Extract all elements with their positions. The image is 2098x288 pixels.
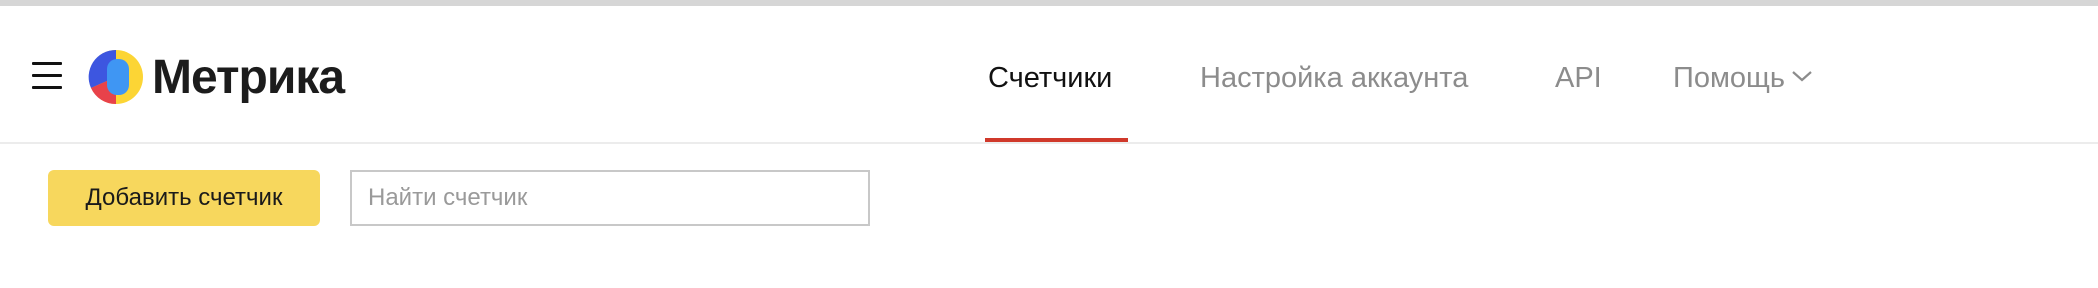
chevron-down-icon: [1792, 71, 1812, 82]
tab-api[interactable]: API: [1555, 58, 1602, 98]
tab-help-label: Помощь: [1673, 62, 1786, 94]
app-header: Метрика Счетчики Настройка аккаунта API …: [0, 6, 2098, 144]
search-counter-input[interactable]: [350, 170, 870, 226]
tab-help[interactable]: Помощь: [1673, 58, 1813, 98]
tab-counters[interactable]: Счетчики: [988, 58, 1112, 98]
tab-account-settings[interactable]: Настройка аккаунта: [1200, 58, 1468, 98]
active-tab-indicator: [985, 138, 1128, 142]
hamburger-menu-icon[interactable]: [28, 58, 68, 94]
app-logo-text[interactable]: Метрика: [152, 50, 345, 106]
add-counter-button[interactable]: Добавить счетчик: [48, 170, 320, 226]
metrika-logo-icon[interactable]: [88, 49, 144, 105]
